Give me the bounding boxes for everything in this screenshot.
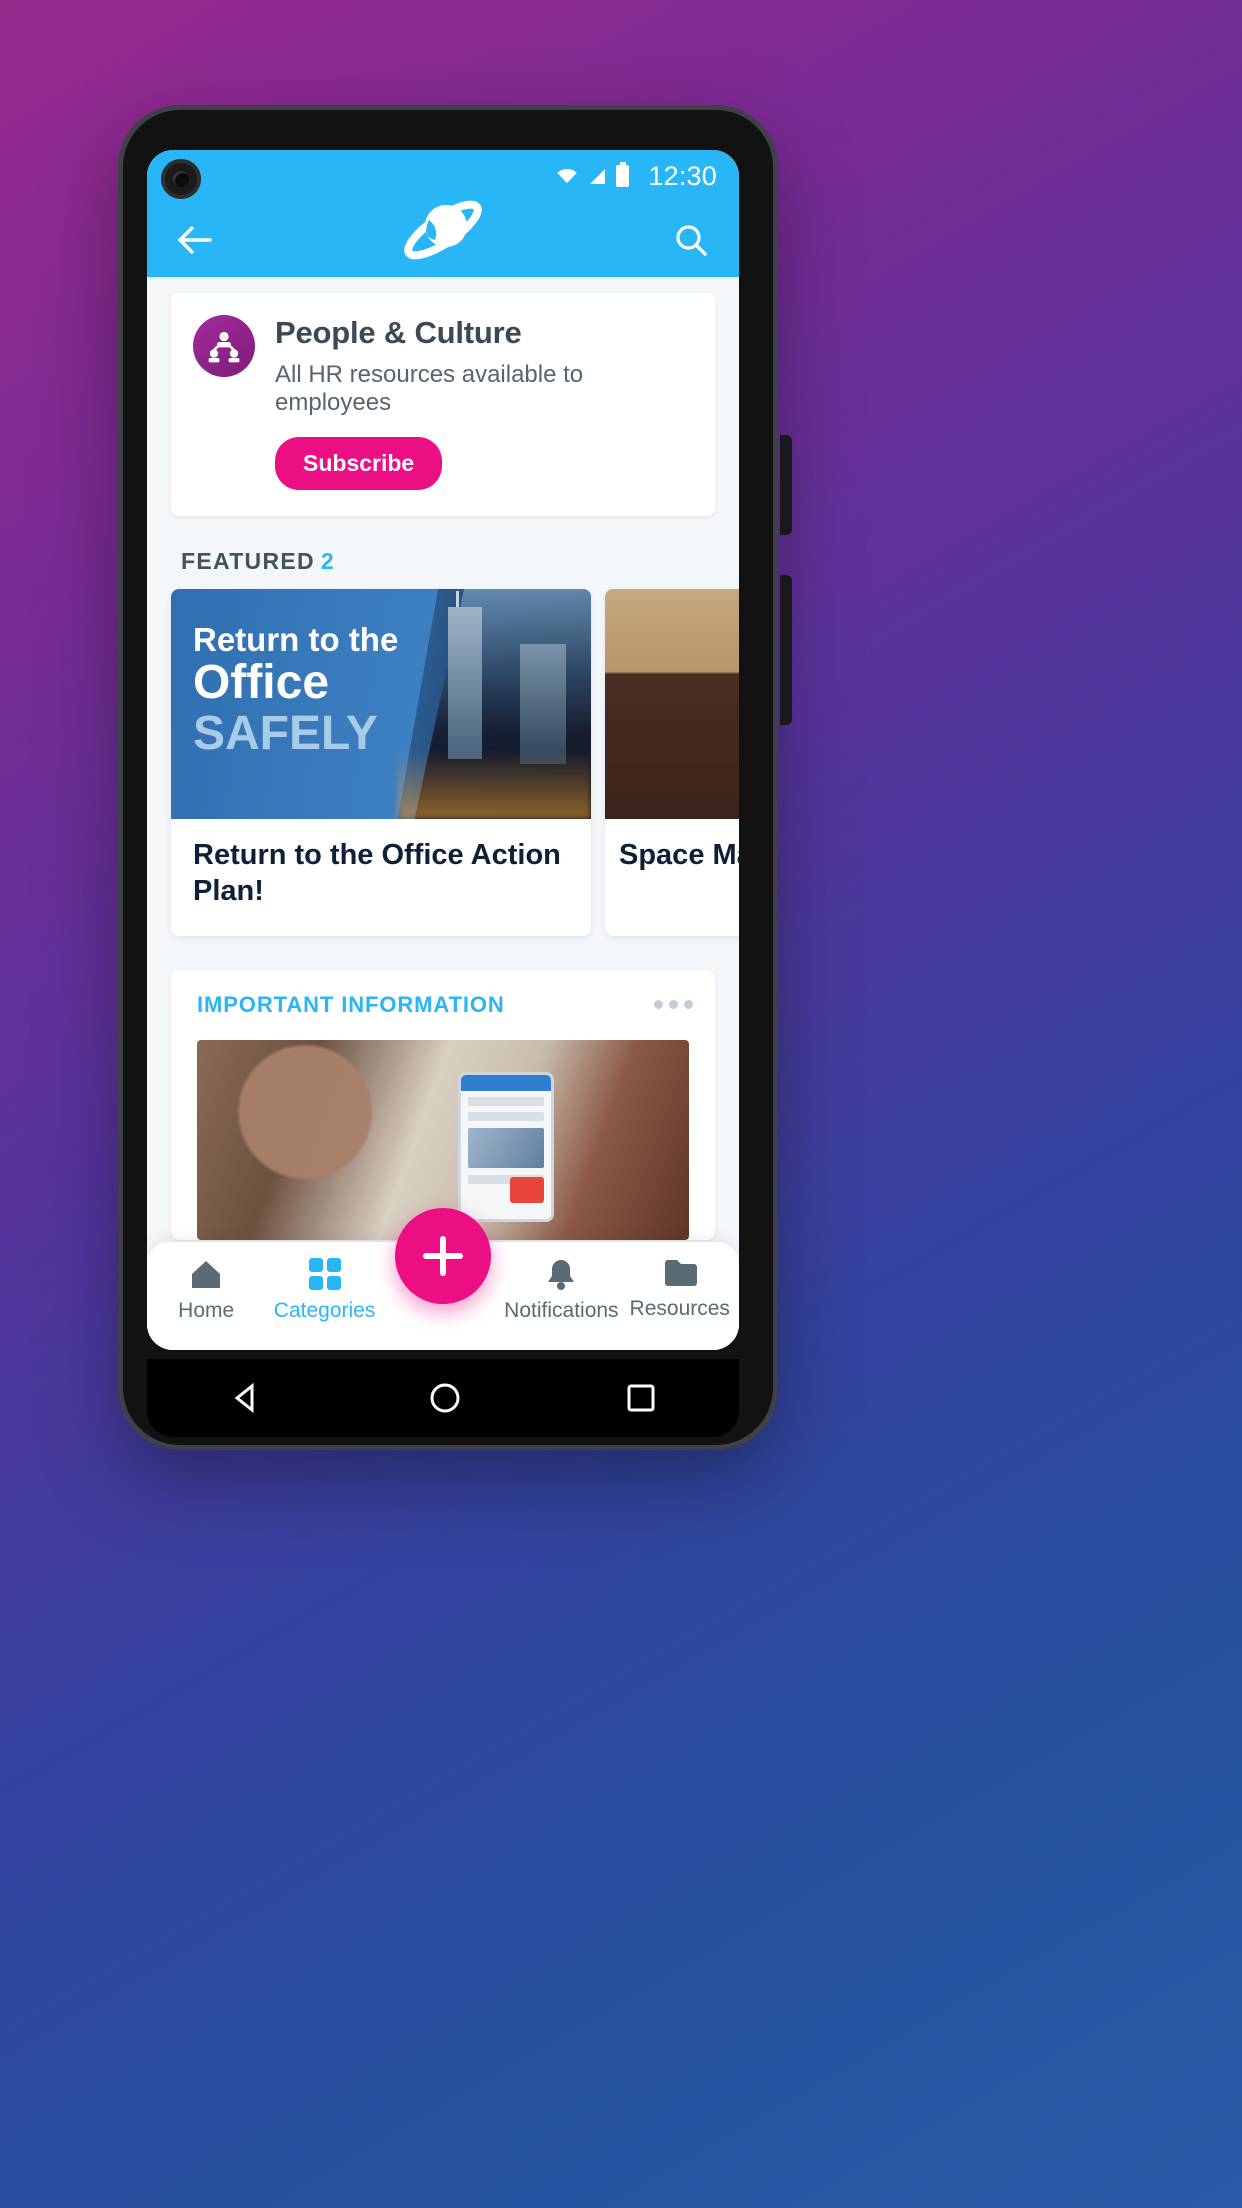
status-time: 12:30 <box>648 160 717 191</box>
nav-label-resources: Resources <box>629 1297 730 1320</box>
app-bar <box>147 200 739 277</box>
featured-card-2[interactable]: Space Mana <box>605 589 739 936</box>
important-information-header: IMPORTANT INFORMATION <box>171 992 715 1018</box>
planet-logo-icon <box>404 200 482 260</box>
triangle-back-icon[interactable] <box>230 1381 264 1415</box>
subscribe-card-title: People & Culture <box>275 315 522 350</box>
featured-section-header: FEATURED 2 <box>181 548 739 575</box>
featured-card-2-image <box>605 589 739 819</box>
search-button[interactable] <box>669 218 713 262</box>
nav-label-categories: Categories <box>273 1299 376 1322</box>
grid-icon <box>308 1258 341 1290</box>
people-network-icon <box>208 331 240 363</box>
android-navigation-bar <box>147 1359 739 1437</box>
subscribe-card-description: All HR resources available to employees <box>275 361 584 416</box>
nav-label-notifications: Notifications <box>504 1299 619 1322</box>
inline-phone-graphic <box>457 1071 554 1222</box>
search-icon <box>676 224 707 256</box>
subscribe-button[interactable]: Subscribe <box>275 437 443 490</box>
camera-punch-hole <box>161 159 201 199</box>
featured-label: FEATURED <box>181 548 315 574</box>
back-button[interactable] <box>173 218 217 262</box>
square-recents-icon[interactable] <box>626 1383 656 1413</box>
subscribe-card: People & Culture All HR resources availa… <box>171 293 715 516</box>
featured-card-1-image: Return to the Office SAFELY <box>171 589 591 819</box>
circle-home-icon[interactable] <box>429 1382 461 1414</box>
back-arrow-icon <box>178 225 212 254</box>
phone-frame: 12:30 People & Culture All HR resources … <box>118 105 792 1450</box>
volume-button[interactable] <box>780 435 792 535</box>
phone-screen: 12:30 People & Culture All HR resources … <box>147 150 739 1350</box>
bell-icon <box>548 1260 575 1290</box>
nav-item-resources[interactable]: Resources <box>625 1258 735 1321</box>
featured-card-1-title: Return to the Office Action Plan! <box>193 839 561 908</box>
add-button[interactable] <box>395 1208 491 1304</box>
nav-item-home[interactable]: Home <box>151 1258 261 1323</box>
important-information-card: IMPORTANT INFORMATION <box>171 969 715 1240</box>
avatar <box>193 315 255 377</box>
folder-icon <box>664 1260 697 1286</box>
important-information-label: IMPORTANT INFORMATION <box>197 991 505 1017</box>
bottom-navigation: Home Categories Notifications Resources <box>147 1208 739 1350</box>
power-button[interactable] <box>780 575 792 725</box>
wifi-icon <box>557 168 578 184</box>
signal-icon <box>590 168 606 184</box>
nav-item-categories[interactable]: Categories <box>270 1258 380 1323</box>
featured-count: 2 <box>320 548 336 574</box>
banner-line-1: Return to the <box>193 621 399 658</box>
more-horizontal-icon[interactable] <box>654 1000 693 1009</box>
featured-card-2-title: Space Mana <box>619 839 739 871</box>
status-icons: 12:30 <box>556 161 717 192</box>
banner-line-2: Office <box>193 655 330 709</box>
app-logo <box>393 190 493 281</box>
featured-carousel[interactable]: Return to the Office SAFELY Return to th… <box>147 589 739 936</box>
banner-line-3: SAFELY <box>193 706 378 760</box>
battery-icon <box>616 162 630 187</box>
nav-item-notifications[interactable]: Notifications <box>504 1258 619 1323</box>
home-icon <box>192 1261 221 1288</box>
nav-label-home: Home <box>178 1299 235 1322</box>
content-area: People & Culture All HR resources availa… <box>147 277 739 1350</box>
featured-card-1[interactable]: Return to the Office SAFELY Return to th… <box>171 589 591 936</box>
